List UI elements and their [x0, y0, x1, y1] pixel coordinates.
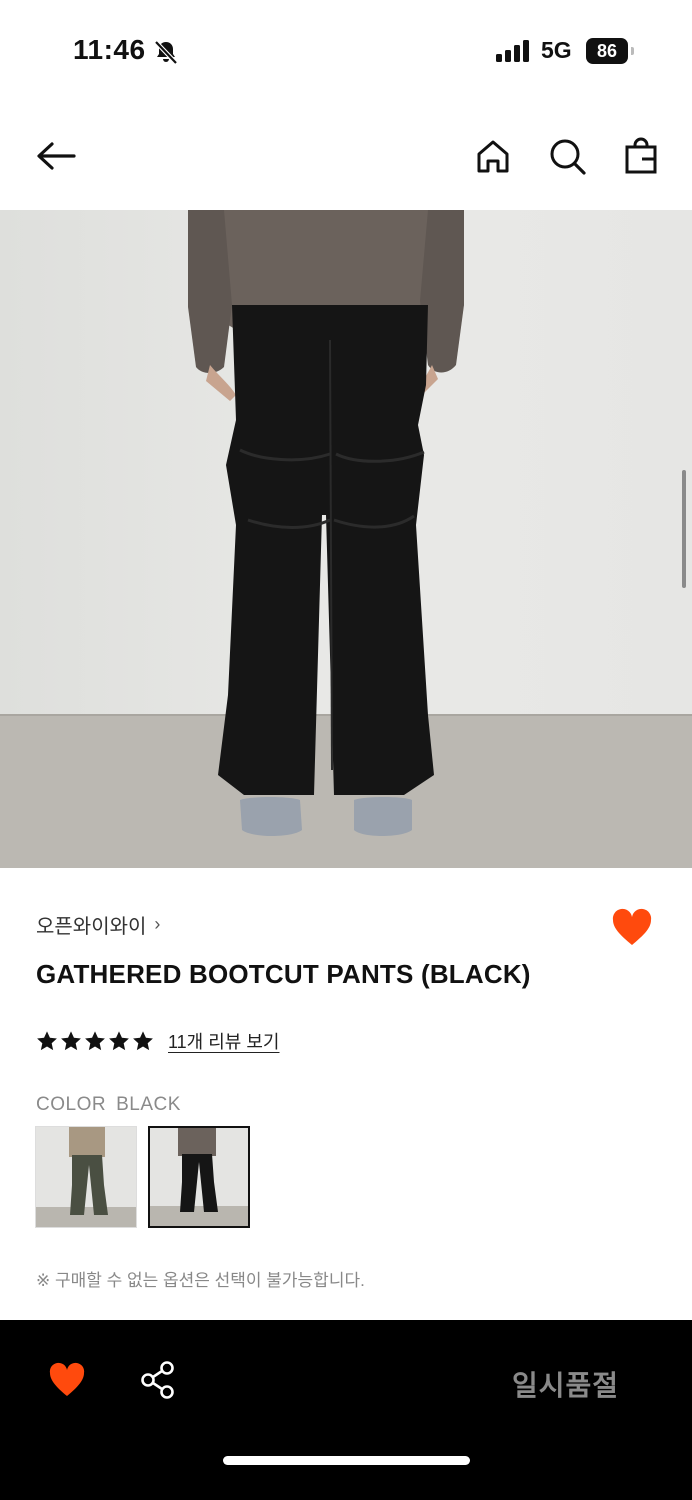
- star-rating: [36, 1030, 154, 1052]
- back-button[interactable]: [34, 134, 78, 178]
- sold-out-button[interactable]: 일시품절: [512, 1364, 619, 1404]
- brand-name: 오픈와이와이: [36, 916, 147, 938]
- status-time: 11:46: [73, 34, 146, 65]
- product-image[interactable]: [0, 210, 692, 868]
- search-button[interactable]: [545, 134, 589, 178]
- signal-icon: [496, 40, 529, 62]
- star-icon: [37, 1031, 57, 1051]
- home-indicator: [223, 1456, 470, 1465]
- battery-icon: 86: [586, 38, 634, 64]
- color-label-value: BLACK: [116, 1094, 181, 1115]
- product-photo: [0, 210, 692, 868]
- bottom-bar: 일시품절: [0, 1320, 692, 1500]
- product-title: GATHERED BOOTCUT PANTS (BLACK): [36, 959, 531, 989]
- network-type: 5G: [541, 37, 572, 63]
- search-icon: [550, 139, 586, 175]
- color-swatch-black[interactable]: [148, 1126, 250, 1228]
- star-icon: [61, 1031, 81, 1051]
- bell-slash-icon: [154, 40, 178, 65]
- heart-icon[interactable]: [47, 1360, 87, 1400]
- chevron-right-icon: ›: [154, 914, 161, 934]
- brand-link[interactable]: 오픈와이와이 ›: [36, 910, 160, 939]
- option-notice: ※ 구매할 수 없는 옵션은 선택이 불가능합니다.: [36, 1271, 365, 1290]
- scroll-indicator: [682, 470, 686, 588]
- shopping-bag-icon: [625, 137, 657, 174]
- rating-row: 11개 리뷰 보기: [36, 1028, 280, 1054]
- arrow-left-icon: [37, 142, 76, 170]
- cart-button[interactable]: [619, 134, 663, 178]
- review-link[interactable]: 11개 리뷰 보기: [168, 1028, 280, 1054]
- color-label: COLOR BLACK: [36, 1094, 181, 1116]
- color-label-key: COLOR: [36, 1094, 107, 1115]
- swatch-thumbnail: [150, 1128, 248, 1226]
- swatch-thumbnail: [36, 1127, 136, 1227]
- home-button[interactable]: [471, 134, 515, 178]
- battery-level: 86: [586, 38, 628, 64]
- top-nav: [0, 120, 692, 192]
- share-icon[interactable]: [138, 1360, 178, 1400]
- heart-icon[interactable]: [610, 906, 654, 950]
- star-icon: [133, 1031, 153, 1051]
- color-swatch-khaki[interactable]: [35, 1126, 137, 1228]
- home-icon: [477, 140, 509, 173]
- star-icon: [109, 1031, 129, 1051]
- status-bar: 11:46 5G 86: [0, 0, 692, 100]
- star-icon: [85, 1031, 105, 1051]
